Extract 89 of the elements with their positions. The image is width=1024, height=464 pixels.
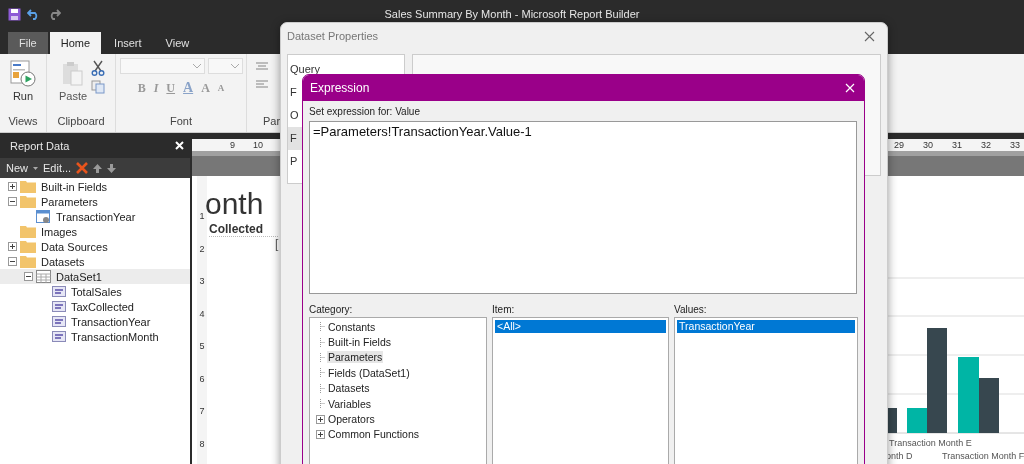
ruler-number: 1: [199, 210, 205, 223]
caret-icon: [192, 63, 201, 69]
move-up-icon[interactable]: [93, 163, 103, 173]
tree-item[interactable]: DataSet1: [0, 269, 190, 284]
expand-toggle-icon[interactable]: [316, 429, 325, 439]
category-item[interactable]: Datasets: [327, 382, 371, 395]
ruler-number: 8: [199, 437, 205, 451]
new-menu-button[interactable]: New: [6, 162, 28, 174]
list-label: Category:: [309, 304, 354, 316]
category-item[interactable]: Common Functions: [327, 428, 421, 441]
group-label: Par: [263, 115, 281, 127]
tree-item[interactable]: TransactionMonth: [0, 329, 190, 344]
list-item[interactable]: <All>: [495, 320, 667, 333]
save-icon[interactable]: [8, 7, 21, 21]
run-report-icon: [9, 60, 37, 88]
edit-button[interactable]: Edit...: [43, 162, 72, 174]
category-item[interactable]: Built-in Fields: [327, 336, 393, 349]
category-item[interactable]: Constants: [327, 320, 377, 333]
ruler-number: 10: [253, 140, 264, 150]
ruler-number: 30: [922, 140, 933, 150]
ribbon-tab[interactable]: Insert: [103, 32, 153, 54]
ruler-number: 3: [199, 275, 205, 288]
dialog-title: Expression: [310, 81, 370, 95]
field-icon: [52, 301, 66, 312]
tree-item[interactable]: Built-in Fields: [0, 179, 190, 194]
table-header-cell: Collected: [209, 222, 279, 237]
ruler-number: 2: [199, 242, 205, 256]
ruler-number: 31: [951, 140, 962, 150]
field-label: Set expression for: Value: [309, 106, 421, 118]
folder-icon: [20, 180, 36, 193]
expand-toggle-icon[interactable]: [8, 182, 17, 191]
ribbon-tab[interactable]: View: [154, 32, 201, 54]
ruler-number: 29: [893, 140, 904, 150]
group-label: Views: [8, 115, 38, 127]
panel-title: Report Data: [10, 139, 70, 152]
expand-toggle-icon[interactable]: [8, 197, 17, 206]
tree-item[interactable]: Images: [0, 224, 190, 239]
ruler-number: 6: [199, 372, 205, 386]
run-button[interactable]: Run: [7, 58, 39, 104]
delete-icon[interactable]: [76, 162, 89, 174]
folder-icon: [20, 225, 36, 238]
field-icon: [52, 286, 66, 297]
table-icon: [36, 270, 51, 283]
ruler-number: 32: [980, 140, 991, 150]
paste-button[interactable]: Paste: [56, 58, 90, 104]
field-icon: [52, 331, 66, 342]
clipboard-icon: [60, 60, 86, 88]
category-item[interactable]: Parameters: [327, 351, 384, 364]
move-down-icon[interactable]: [107, 163, 117, 173]
category-item[interactable]: Fields (DataSet1): [327, 366, 411, 379]
expression-field[interactable]: =Parameters!TransactionYear.Value-1: [309, 121, 857, 294]
parameter-icon: [36, 209, 51, 224]
group-label: Font: [170, 115, 192, 127]
ruler-number: 9: [230, 140, 235, 150]
group-label: Clipboard: [57, 115, 105, 127]
ruler-number: 5: [199, 340, 205, 353]
table-cell: [: [275, 237, 279, 251]
ruler-number: 4: [199, 307, 205, 321]
caret-icon: [230, 63, 239, 69]
list-label: Item:: [492, 304, 516, 316]
field-icon: [52, 316, 66, 327]
tree-item[interactable]: TotalSales: [0, 284, 190, 299]
expand-toggle-icon[interactable]: [8, 257, 17, 266]
tree-item[interactable]: Parameters: [0, 194, 190, 209]
ruler-number: 7: [199, 405, 205, 418]
category-item[interactable]: Variables: [327, 397, 372, 410]
list-label: Values:: [674, 304, 708, 316]
list-item[interactable]: TransactionYear: [677, 320, 855, 333]
expand-toggle-icon[interactable]: [8, 242, 17, 251]
report-title: onth: [205, 188, 265, 220]
tree-item[interactable]: Datasets: [0, 254, 190, 269]
ribbon-tab[interactable]: File: [8, 32, 48, 54]
folder-icon: [20, 240, 36, 253]
tree-item[interactable]: TransactionYear: [0, 209, 190, 224]
tree-item[interactable]: TaxCollected: [0, 299, 190, 314]
tree-item[interactable]: TransactionYear: [0, 314, 190, 329]
tree-item[interactable]: Data Sources: [0, 239, 190, 254]
axis-label: Transaction Month E: [889, 438, 972, 448]
ruler-number: 33: [1010, 140, 1020, 150]
expand-toggle-icon[interactable]: [24, 272, 33, 281]
ribbon-tab[interactable]: Home: [49, 32, 102, 54]
axis-label: Transaction Month F: [942, 451, 1024, 461]
dropdown-arrow-icon[interactable]: [33, 166, 38, 170]
dialog-title: Dataset Properties: [287, 30, 379, 42]
scissors-icon[interactable]: [91, 60, 106, 76]
folder-icon: [20, 195, 36, 208]
expand-toggle-icon[interactable]: [316, 414, 325, 424]
category-item[interactable]: Operators: [327, 413, 376, 426]
window-title: Sales Summary By Month - Microsoft Report Builder: [384, 8, 640, 20]
